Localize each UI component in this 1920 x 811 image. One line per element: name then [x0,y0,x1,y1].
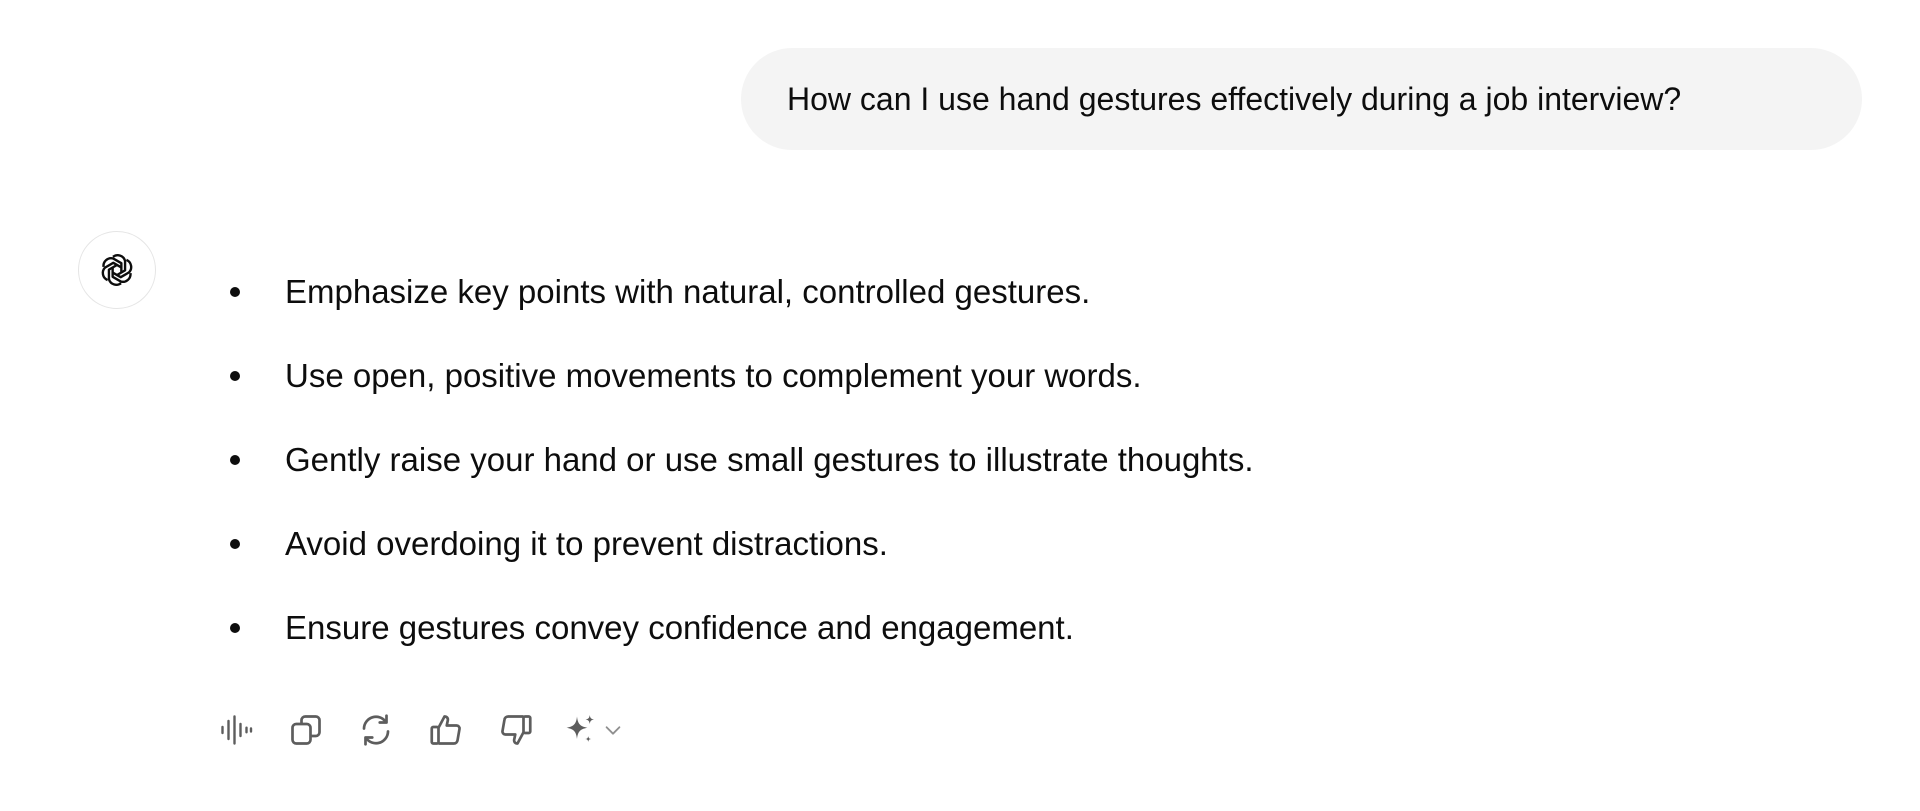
openai-logo-icon [101,254,133,286]
list-item: Gently raise your hand or use small gest… [222,430,1254,514]
copy-button[interactable] [282,706,330,754]
list-item: Use open, positive movements to compleme… [222,346,1254,430]
assistant-answer-list: Emphasize key points with natural, contr… [222,262,1254,682]
bullet-dot [230,287,240,297]
sparkle-icon [566,715,594,742]
regenerate-icon [362,714,390,746]
bullet-dot [230,371,240,381]
thumbs-up-icon [430,715,461,745]
user-message-bubble: How can I use hand gestures effectively … [741,48,1862,150]
list-item-text: Gently raise your hand or use small gest… [285,441,1254,478]
bullet-dot [230,455,240,465]
message-action-bar [212,706,636,754]
read-aloud-icon [221,715,253,745]
list-item-text: Ensure gestures convey confidence and en… [285,609,1074,646]
list-item: Avoid overdoing it to prevent distractio… [222,514,1254,598]
list-item-text: Avoid overdoing it to prevent distractio… [285,525,888,562]
bad-response-button[interactable] [492,706,540,754]
chevron-down-icon [605,726,621,735]
switch-model-button[interactable] [562,706,636,754]
list-item-text: Emphasize key points with natural, contr… [285,273,1091,310]
assistant-avatar [78,231,156,309]
list-item: Ensure gestures convey confidence and en… [222,598,1254,682]
chat-page: How can I use hand gestures effectively … [0,0,1920,811]
bullet-dot [230,539,240,549]
list-item-text: Use open, positive movements to compleme… [285,357,1142,394]
copy-icon [291,715,321,745]
read-aloud-button[interactable] [212,706,260,754]
regenerate-button[interactable] [352,706,400,754]
list-item: Emphasize key points with natural, contr… [222,262,1254,346]
bullet-dot [230,623,240,633]
user-message-text: How can I use hand gestures effectively … [787,80,1682,117]
thumbs-down-icon [501,715,532,745]
good-response-button[interactable] [422,706,470,754]
